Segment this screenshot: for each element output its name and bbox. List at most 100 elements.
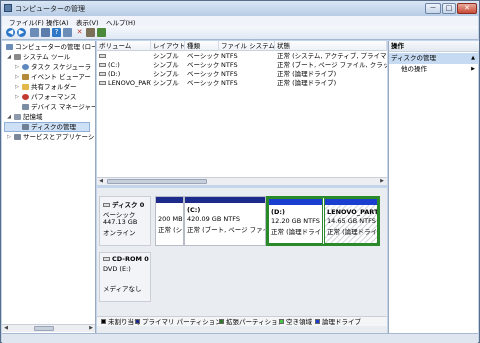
tree-item-services-applications[interactable]: ▷ サービスとアプリケーション [4,132,95,142]
expand-arrow-icon[interactable]: ▷ [14,62,20,72]
view-icon[interactable] [63,28,72,37]
tree-item-shared-folders[interactable]: ▷ 共有フォルダー [4,82,95,92]
disk-status: オンライン [103,229,136,237]
column-header-layout[interactable]: レイアウト [151,41,185,51]
expand-arrow-icon[interactable]: ◢ [6,52,12,62]
disk-status: メディアなし [103,285,142,293]
action-more-actions[interactable]: 他の操作 ▶ [389,64,479,75]
layout-cell: シンプル [153,70,179,78]
disk-0-label[interactable]: ディスク 0 ベーシック 447.13 GB オンライン [99,196,151,246]
extended-partition: (D:) 12.20 GB NTFS 正常 (論理ドライ LENOVO_PART… [266,196,380,246]
table-row[interactable]: LENOVO_PART シンプル ベーシック NTFS 正常 (論理ドライブ) [97,79,387,88]
export-icon[interactable] [86,28,95,37]
close-button[interactable]: ✕ [457,3,477,14]
partition-status: 正常 (論理ドライブ [327,228,378,236]
partition-size: 200 MB N [158,215,183,223]
tree-item-computer-management[interactable]: コンピューターの管理 (ローカル) [4,42,95,52]
tree-item-storage[interactable]: ◢ 記憶域 [4,112,95,122]
performance-icon [22,94,29,100]
tree-item-system-tools[interactable]: ◢ システム ツール [4,52,95,62]
disk-size: 447.13 GB [103,218,138,226]
tree-item-disk-management[interactable]: ディスクの管理 [4,122,90,132]
forward-icon[interactable]: ▶ [17,28,26,37]
folder-icon [22,84,29,90]
column-header-volume[interactable]: ボリューム [97,41,151,51]
delete-icon[interactable]: ✕ [75,28,84,37]
back-icon[interactable]: ◀ [6,28,15,37]
column-header-status[interactable]: 状態 [275,41,387,51]
help-icon[interactable]: ? [52,28,61,37]
collapse-arrow-icon[interactable]: ▲ [471,53,475,64]
services-icon [14,134,21,140]
column-header-type[interactable]: 種類 [185,41,219,51]
partition-system-reserved[interactable]: 200 MB N 正常 (シス [155,196,184,246]
scroll-thumb[interactable] [34,326,54,331]
tree-item-event-viewer[interactable]: ▷ イベント ビューアー [4,72,95,82]
hard-disk-icon [103,203,110,207]
expand-arrow-icon[interactable]: ◢ [6,112,12,122]
partition-status: 正常 (シス [158,226,183,234]
expand-arrow-icon[interactable]: ▷ [6,132,12,142]
toolbar: ◀ ▶ ? ✕ [2,26,478,40]
menu-bar: ファイル(F) 操作(A) 表示(V) ヘルプ(H) [2,16,478,27]
scroll-left-icon[interactable]: ◀ [97,178,105,185]
tree-horizontal-scrollbar[interactable]: ◀ ▶ [2,324,95,332]
status-cell: 正常 (システム, アクティブ, プライマリ パーティション) [277,52,387,60]
legend-item: 拡張パーティション [219,319,284,325]
properties-icon[interactable] [41,28,50,37]
type-cell: ベーシック [187,70,219,78]
legend-item: 論理ドライブ [315,319,361,325]
partition-lenovo[interactable]: LENOVO_PART 14.65 GB NTFS 正常 (論理ドライブ [324,198,378,244]
title-bar[interactable]: コンピューターの管理 － □ ✕ [1,1,479,16]
minimize-button[interactable]: － [425,3,441,14]
edit-icon[interactable] [97,28,106,37]
legend-item: 空き領域 [279,319,312,325]
storage-icon [14,114,21,120]
disk-legend: 未割り当て プライマリ パーティション 拡張パーティション 空き領域 論理ドライ… [97,316,387,326]
scroll-right-icon[interactable]: ▶ [87,325,95,332]
disk-icon [22,124,29,130]
expand-arrow-icon[interactable]: ▷ [14,92,20,102]
partition-d[interactable]: (D:) 12.20 GB NTFS 正常 (論理ドライ [268,198,323,244]
tree-item-performance[interactable]: ▷ パフォーマンス [4,92,95,102]
up-icon[interactable] [30,28,39,37]
tree-item-device-manager[interactable]: デバイス マネージャー [4,102,95,112]
filesystem-cell: NTFS [221,79,238,87]
status-bar [2,333,478,343]
status-cell: 正常 (論理ドライブ) [277,79,337,87]
type-cell: ベーシック [187,79,219,87]
clock-icon [22,64,29,70]
actions-pane: 操作 ディスクの管理 ▲ 他の操作 ▶ [388,41,479,333]
disk-name: ディスク 0 [112,201,145,209]
expand-arrow-icon[interactable]: ▷ [14,72,20,82]
layout-cell: シンプル [153,61,179,69]
partition-c[interactable]: (C:) 420.09 GB NTFS 正常 (ブート, ページ ファイ [184,196,266,246]
scroll-thumb[interactable] [107,179,207,184]
column-header-filesystem[interactable]: ファイル システム [219,41,275,51]
actions-title: 操作 [389,41,479,52]
table-row[interactable]: (D:) シンプル ベーシック NTFS 正常 (論理ドライブ) [97,70,387,79]
table-row[interactable]: シンプル ベーシック NTFS 正常 (システム, アクティブ, プライマリ パ… [97,52,387,61]
expand-arrow-icon[interactable]: ▷ [14,82,20,92]
disk-management-pane: ボリューム レイアウト 種類 ファイル システム 状態 シンプル ベーシック N… [97,41,387,333]
disk-graphical-view: ディスク 0 ベーシック 447.13 GB オンライン 200 MB N 正常… [97,188,387,333]
filesystem-cell: NTFS [221,61,238,69]
volume-icon [99,63,106,67]
filesystem-cell: NTFS [221,70,238,78]
volume-icon [99,72,106,76]
tree-item-task-scheduler[interactable]: ▷ タスク スケジューラ [4,62,95,72]
volume-icon [99,81,106,85]
cdrom-0-label[interactable]: CD-ROM 0 DVD (E:) メディアなし [99,252,151,302]
volume-table-header: ボリューム レイアウト 種類 ファイル システム 状態 [97,41,387,51]
volume-list-scrollbar[interactable]: ◀ ▶ [97,177,387,185]
partition-name: LENOVO_PART [327,208,378,216]
partition-size: 14.65 GB NTFS [327,217,376,225]
disk-name: CD-ROM 0 [112,255,149,263]
actions-section-disk-management[interactable]: ディスクの管理 ▲ [389,53,479,64]
table-row[interactable]: (C:) シンプル ベーシック NTFS 正常 (ブート, ページ ファイル, … [97,61,387,70]
scroll-left-icon[interactable]: ◀ [2,325,10,332]
scroll-right-icon[interactable]: ▶ [378,178,386,185]
legend-item: プライマリ パーティション [135,319,222,325]
maximize-button[interactable]: □ [442,3,456,14]
main-window: コンピューターの管理 － □ ✕ ファイル(F) 操作(A) 表示(V) ヘルプ… [0,0,480,343]
